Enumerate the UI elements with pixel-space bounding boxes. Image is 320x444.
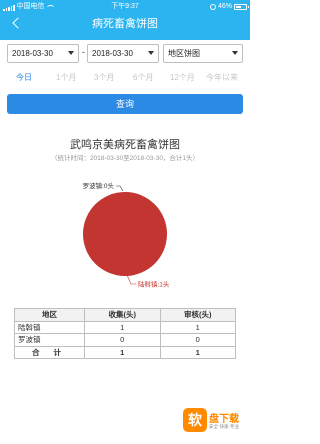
chart-title: 武鸣京美病死畜禽饼图: [70, 139, 180, 151]
range-12-months[interactable]: 12个月: [170, 72, 195, 83]
status-right: 46%: [209, 0, 249, 14]
battery-icon: [234, 4, 249, 10]
range-this-year[interactable]: 今年以来: [206, 72, 238, 83]
range-today[interactable]: 今日: [16, 72, 32, 83]
cell-reviewed: 0: [159, 333, 236, 347]
cell-region: 陆斡镇: [14, 320, 85, 334]
table-header-row: 地区 收集(头) 审核(头): [14, 308, 236, 322]
end-date-value: 2018-03-30: [92, 49, 133, 58]
data-table: 地区 收集(头) 审核(头) 陆斡镇 1 1 罗波镇 0 0 合 计 1 1: [14, 308, 236, 359]
pie-leader-line-2: [126, 274, 136, 285]
table-total-row: 合 计 1 1: [14, 345, 236, 359]
cell-total-reviewed: 1: [159, 345, 236, 359]
cell-reviewed: 1: [159, 320, 236, 334]
cell-region: 罗波镇: [14, 333, 85, 347]
pie-label-1: 罗波镇:0头: [83, 181, 115, 190]
end-date-field[interactable]: 2018-03-30: [87, 44, 159, 63]
watermark-slogan: 安全·快速·专业: [209, 424, 239, 429]
alarm-icon: [209, 4, 216, 10]
chevron-down-icon: [148, 51, 154, 55]
table-row: 陆斡镇 1 1: [14, 320, 236, 334]
range-6-months[interactable]: 6个月: [133, 72, 153, 83]
date-separator: -: [82, 47, 85, 57]
pie-slice-2: [83, 192, 167, 276]
chevron-down-icon: [232, 51, 238, 55]
column-header-region: 地区: [14, 308, 85, 322]
table-row: 罗波镇 0 0: [14, 333, 236, 347]
status-bar: 中国电信 下午9:37 46%: [0, 0, 250, 14]
range-3-months[interactable]: 3个月: [94, 72, 114, 83]
cell-collected: 0: [84, 333, 161, 347]
pie-label-2: 陆斡镇:1头: [138, 280, 170, 289]
chart-type-value: 地区饼图: [168, 49, 200, 58]
battery-percent: 46%: [217, 3, 232, 10]
watermark-logo: 软 盘下载 安全·快速·专业: [183, 407, 247, 439]
watermark-logo-mark: 软: [183, 408, 207, 432]
cell-total-label: 合 计: [14, 345, 85, 359]
cell-collected: 1: [84, 320, 161, 334]
chart-subtitle: （统计时间：2018-03-30至2018-03-30，合计1头）: [50, 155, 200, 162]
page-title: 病死畜禽饼图: [92, 18, 158, 30]
column-header-reviewed: 审核(头): [159, 308, 236, 322]
column-header-collected: 收集(头): [84, 308, 161, 322]
pie-leader-line-1: [116, 185, 124, 192]
query-button[interactable]: 查询: [7, 94, 243, 114]
chevron-down-icon: [68, 51, 74, 55]
cell-total-collected: 1: [84, 345, 161, 359]
range-1-month[interactable]: 1个月: [56, 72, 76, 83]
watermark-name: 盘下载: [209, 414, 239, 425]
pie-chart: 罗波镇:0头陆斡镇:1头: [83, 181, 170, 289]
start-date-field[interactable]: 2018-03-30: [7, 44, 79, 63]
start-date-value: 2018-03-30: [12, 49, 53, 58]
app-header: 中国电信 下午9:37 46% 病死畜禽饼图: [0, 0, 250, 40]
chart-type-select[interactable]: 地区饼图: [163, 44, 243, 63]
